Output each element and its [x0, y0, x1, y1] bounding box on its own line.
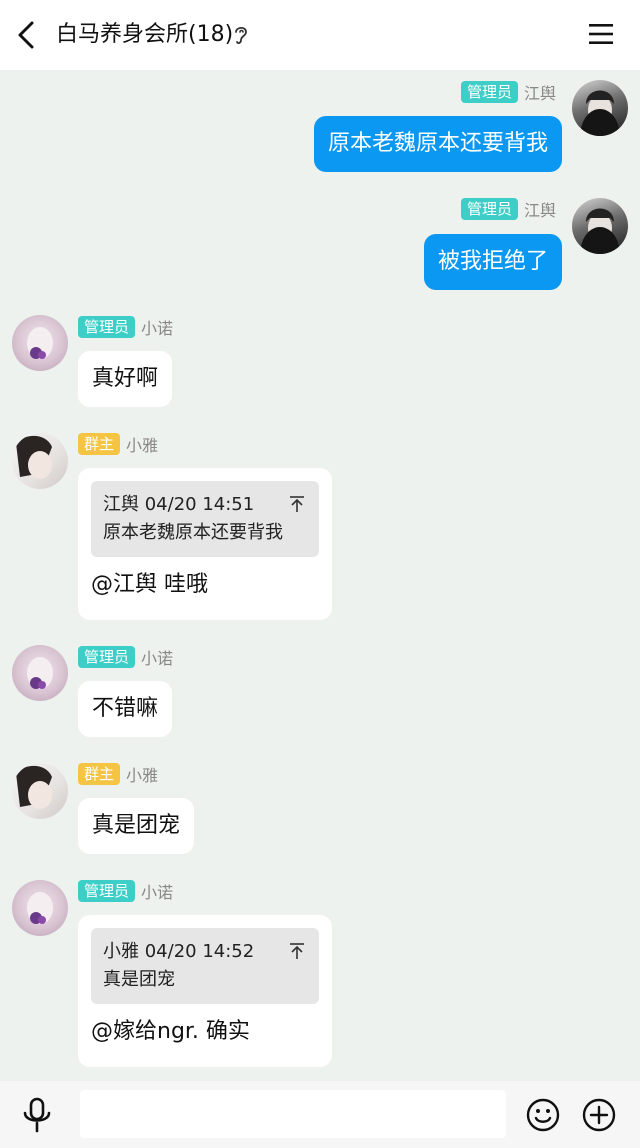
message-outgoing: 管理员 江舆 被我拒绝了 [0, 196, 640, 296]
message-incoming: 群主 小雅 江舆 04/20 14:51 原本老魏原本还要背我 @江舆 哇哦 [0, 431, 640, 621]
ear-icon[interactable] [232, 24, 250, 46]
role-badge-owner: 群主 [78, 433, 121, 455]
avatar[interactable] [572, 198, 628, 254]
role-badge-owner: 群主 [78, 763, 121, 785]
reply-bubble[interactable]: 江舆 04/20 14:51 原本老魏原本还要背我 @江舆 哇哦 [78, 468, 332, 620]
avatar[interactable] [12, 880, 68, 936]
plus-icon[interactable] [582, 1098, 616, 1132]
message-meta: 管理员 江舆 [460, 80, 556, 104]
message-incoming: 管理员 小诺 真好啊 [0, 313, 640, 413]
pin-top-icon[interactable] [289, 942, 305, 960]
message-meta: 管理员 小诺 [78, 315, 173, 339]
role-badge-admin: 管理员 [78, 316, 136, 338]
back-arrow-icon[interactable] [14, 20, 40, 50]
role-badge-admin: 管理员 [460, 198, 518, 220]
avatar[interactable] [12, 645, 68, 701]
chat-header: 白马养身会所(18) [0, 0, 640, 70]
reply-text: @江舆 哇哦 [91, 572, 208, 597]
quoted-message[interactable]: 小雅 04/20 14:52 真是团宠 [91, 928, 319, 1004]
menu-icon[interactable] [588, 22, 614, 46]
message-incoming: 管理员 小诺 小雅 04/20 14:52 真是团宠 @嫁给ngr. 确实 [0, 878, 640, 1068]
reply-bubble[interactable]: 小雅 04/20 14:52 真是团宠 @嫁给ngr. 确实 [78, 915, 332, 1067]
message-bubble[interactable]: 真好啊 [78, 351, 173, 407]
quoted-message[interactable]: 江舆 04/20 14:51 原本老魏原本还要背我 [91, 481, 319, 557]
quote-text: 真是团宠 [103, 969, 175, 990]
role-badge-admin: 管理员 [78, 880, 136, 902]
quote-header: 小雅 04/20 14:52 [103, 941, 255, 962]
role-badge-admin: 管理员 [460, 81, 518, 103]
role-badge-admin: 管理员 [78, 646, 136, 668]
avatar[interactable] [572, 80, 628, 136]
sender-name: 小雅 [126, 766, 159, 785]
message-bubble[interactable]: 被我拒绝了 [423, 234, 562, 290]
message-incoming: 群主 小雅 真是团宠 [0, 761, 640, 861]
message-meta: 管理员 江舆 [460, 197, 556, 221]
reply-text: @嫁给ngr. 确实 [91, 1019, 250, 1044]
quote-text: 原本老魏原本还要背我 [103, 522, 283, 543]
sender-name: 小诺 [141, 883, 174, 902]
avatar[interactable] [12, 763, 68, 819]
message-meta: 群主 小雅 [78, 762, 158, 786]
message-incoming: 管理员 小诺 不错嘛 [0, 643, 640, 743]
sender-name: 江舆 [523, 84, 556, 103]
sender-name: 江舆 [523, 201, 556, 220]
emoji-icon[interactable] [526, 1098, 560, 1132]
chat-title[interactable]: 白马养身会所(18) [56, 20, 233, 50]
quote-header: 江舆 04/20 14:51 [103, 494, 255, 515]
input-bar [0, 1081, 640, 1148]
sender-name: 小雅 [126, 436, 159, 455]
avatar[interactable] [12, 315, 68, 371]
message-input[interactable] [80, 1090, 506, 1138]
sender-name: 小诺 [141, 649, 174, 668]
message-bubble[interactable]: 原本老魏原本还要背我 [313, 116, 562, 172]
pin-top-icon[interactable] [289, 495, 305, 513]
message-outgoing: 管理员 江舆 原本老魏原本还要背我 [0, 78, 640, 178]
message-meta: 管理员 小诺 [78, 645, 173, 669]
microphone-icon[interactable] [20, 1097, 54, 1133]
avatar[interactable] [12, 433, 68, 489]
sender-name: 小诺 [141, 319, 174, 338]
message-meta: 管理员 小诺 [78, 879, 173, 903]
message-bubble[interactable]: 不错嘛 [78, 681, 173, 737]
message-meta: 群主 小雅 [78, 432, 158, 456]
message-bubble[interactable]: 真是团宠 [78, 798, 195, 854]
